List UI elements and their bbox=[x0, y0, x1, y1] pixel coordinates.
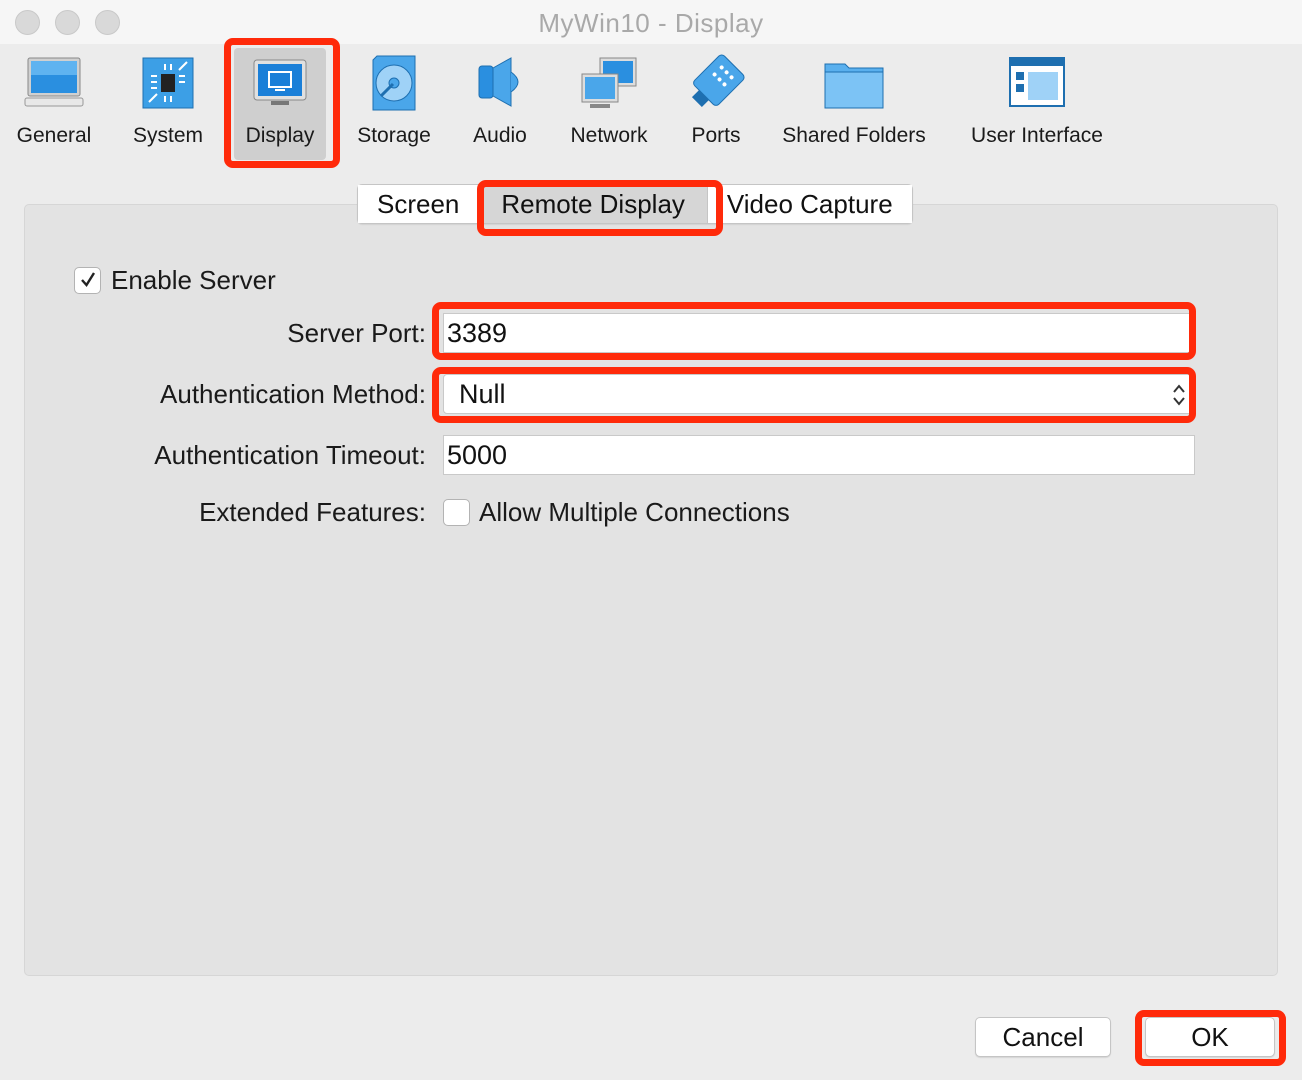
cancel-button[interactable]: Cancel bbox=[975, 1017, 1111, 1057]
toolbar-label: Ports bbox=[691, 124, 741, 147]
toolbar-item-display[interactable]: Display bbox=[228, 44, 332, 164]
display-icon bbox=[253, 59, 307, 105]
extended-features-label: Extended Features: bbox=[199, 497, 426, 527]
general-icon bbox=[24, 57, 84, 107]
ports-icon bbox=[691, 54, 745, 108]
checkmark-icon bbox=[81, 272, 96, 287]
user-interface-icon bbox=[1009, 57, 1065, 107]
toolbar-item-audio[interactable]: Audio bbox=[456, 44, 544, 164]
toolbar-label: Network bbox=[570, 124, 648, 147]
toolbar-item-storage[interactable]: Storage bbox=[346, 44, 442, 164]
shared-folders-icon bbox=[824, 63, 884, 109]
system-icon bbox=[142, 57, 194, 109]
allow-multiple-connections-label: Allow Multiple Connections bbox=[479, 497, 790, 527]
tab-screen[interactable]: Screen bbox=[358, 185, 480, 223]
toolbar-label: General bbox=[16, 124, 92, 147]
auth-method-select[interactable]: Null bbox=[443, 374, 1195, 414]
audio-icon bbox=[478, 57, 519, 107]
enable-server-label: Enable Server bbox=[111, 265, 276, 295]
up-down-arrows-icon bbox=[1173, 384, 1185, 406]
settings-toolbar: General System Display Storage Audio Net… bbox=[0, 44, 1302, 174]
toolbar-item-ports[interactable]: Ports bbox=[672, 44, 760, 164]
toolbar-label: Display bbox=[245, 124, 315, 147]
toolbar-item-network[interactable]: Network bbox=[560, 44, 658, 164]
enable-server-checkbox[interactable] bbox=[74, 267, 101, 294]
server-port-label: Server Port: bbox=[287, 318, 426, 348]
toolbar-label: System bbox=[132, 124, 203, 147]
toolbar-item-general[interactable]: General bbox=[6, 44, 102, 164]
toolbar-label: User Interface bbox=[971, 124, 1103, 147]
toolbar-item-system[interactable]: System bbox=[120, 44, 216, 164]
ok-button[interactable]: OK bbox=[1145, 1017, 1275, 1057]
toolbar-item-user-interface[interactable]: User Interface bbox=[958, 44, 1116, 164]
network-icon bbox=[581, 57, 637, 108]
toolbar-label: Storage bbox=[357, 124, 431, 147]
toolbar-item-shared-folders[interactable]: Shared Folders bbox=[774, 44, 934, 164]
auth-timeout-label: Authentication Timeout: bbox=[154, 440, 426, 470]
auth-method-label: Authentication Method: bbox=[160, 379, 426, 409]
tab-remote-display[interactable]: Remote Display bbox=[479, 185, 708, 223]
storage-icon bbox=[372, 55, 416, 111]
server-port-input[interactable]: 3389 bbox=[443, 313, 1195, 353]
window-title: MyWin10 - Display bbox=[538, 8, 764, 38]
auth-method-value: Null bbox=[459, 379, 506, 409]
display-tabs: Screen Remote Display Video Capture bbox=[357, 184, 913, 224]
allow-multiple-connections-checkbox[interactable] bbox=[443, 499, 470, 526]
toolbar-label: Shared Folders bbox=[782, 124, 926, 147]
tab-video-capture[interactable]: Video Capture bbox=[707, 185, 912, 223]
title-bar: MyWin10 - Display bbox=[0, 0, 1302, 44]
toolbar-label: Audio bbox=[473, 124, 527, 147]
auth-timeout-input[interactable]: 5000 bbox=[443, 435, 1195, 475]
